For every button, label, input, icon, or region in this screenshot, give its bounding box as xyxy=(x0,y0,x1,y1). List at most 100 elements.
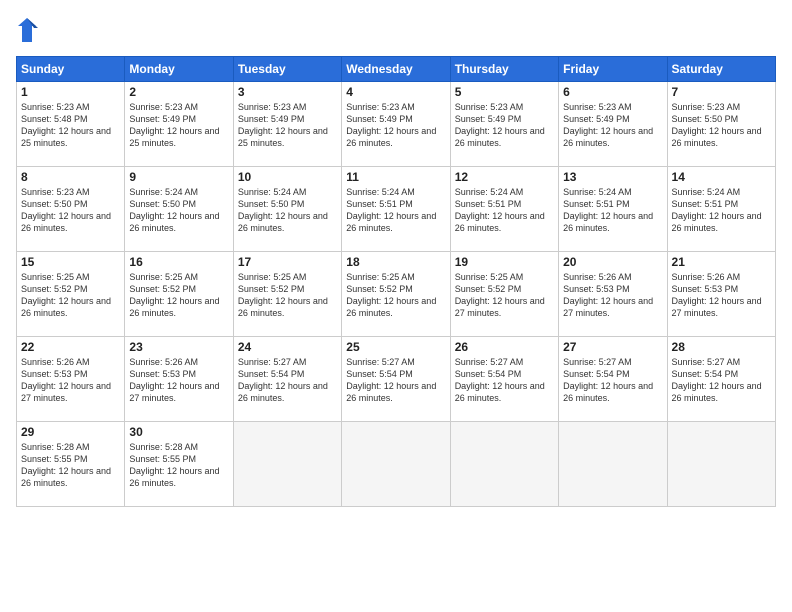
table-row: 22 Sunrise: 5:26 AMSunset: 5:53 PMDayligh… xyxy=(17,337,125,422)
table-row: 2Sunrise: 5:23 AMSunset: 5:49 PMDaylight… xyxy=(125,82,233,167)
calendar: Sunday Monday Tuesday Wednesday Thursday… xyxy=(16,56,776,507)
day-number: 20 xyxy=(563,255,662,269)
table-row: 15 Sunrise: 5:25 AMSunset: 5:52 PMDayligh… xyxy=(17,252,125,337)
table-row: 19Sunrise: 5:25 AMSunset: 5:52 PMDayligh… xyxy=(450,252,558,337)
day-number: 27 xyxy=(563,340,662,354)
table-row: 20 Sunrise: 5:26 AMSunset: 5:53 PMDayligh… xyxy=(559,252,667,337)
table-row: 12 Sunrise: 5:24 AMSunset: 5:51 PMDayligh… xyxy=(450,167,558,252)
col-monday: Monday xyxy=(125,57,233,82)
day-number: 22 xyxy=(21,340,120,354)
day-number: 19 xyxy=(455,255,554,269)
table-row: 14 Sunrise: 5:24 AMSunset: 5:51 PMDayligh… xyxy=(667,167,775,252)
day-info: Sunrise: 5:27 AMSunset: 5:54 PMDaylight:… xyxy=(455,356,554,405)
day-number: 3 xyxy=(238,85,337,99)
day-number: 14 xyxy=(672,170,771,184)
table-row: 23 Sunrise: 5:26 AMSunset: 5:53 PMDayligh… xyxy=(125,337,233,422)
calendar-empty-cell xyxy=(450,422,558,507)
table-row: 7Sunrise: 5:23 AMSunset: 5:50 PMDaylight… xyxy=(667,82,775,167)
table-row: 1Sunrise: 5:23 AMSunset: 5:48 PMDaylight… xyxy=(17,82,125,167)
col-tuesday: Tuesday xyxy=(233,57,341,82)
calendar-week-row: 1Sunrise: 5:23 AMSunset: 5:48 PMDaylight… xyxy=(17,82,776,167)
day-number: 6 xyxy=(563,85,662,99)
day-info: Sunrise: 5:25 AMSunset: 5:52 PMDaylight:… xyxy=(346,271,445,320)
day-number: 15 xyxy=(21,255,120,269)
col-friday: Friday xyxy=(559,57,667,82)
table-row: 6 Sunrise: 5:23 AMSunset: 5:49 PMDaylight… xyxy=(559,82,667,167)
day-info: Sunrise: 5:23 AMSunset: 5:49 PMDaylight:… xyxy=(238,101,337,150)
day-number: 11 xyxy=(346,170,445,184)
day-info: Sunrise: 5:23 AMSunset: 5:48 PMDaylight:… xyxy=(21,101,120,150)
day-info: Sunrise: 5:24 AMSunset: 5:51 PMDaylight:… xyxy=(563,186,662,235)
header xyxy=(16,16,776,44)
day-number: 2 xyxy=(129,85,228,99)
day-info: Sunrise: 5:25 AMSunset: 5:52 PMDaylight:… xyxy=(129,271,228,320)
table-row: 28 Sunrise: 5:27 AMSunset: 5:54 PMDayligh… xyxy=(667,337,775,422)
calendar-week-row: 8 Sunrise: 5:23 AMSunset: 5:50 PMDaylight… xyxy=(17,167,776,252)
table-row: 30 Sunrise: 5:28 AMSunset: 5:55 PMDayligh… xyxy=(125,422,233,507)
day-info: Sunrise: 5:23 AMSunset: 5:50 PMDaylight:… xyxy=(21,186,120,235)
table-row: 27 Sunrise: 5:27 AMSunset: 5:54 PMDayligh… xyxy=(559,337,667,422)
logo xyxy=(16,16,42,44)
day-number: 26 xyxy=(455,340,554,354)
day-info: Sunrise: 5:27 AMSunset: 5:54 PMDaylight:… xyxy=(672,356,771,405)
table-row: 24Sunrise: 5:27 AMSunset: 5:54 PMDayligh… xyxy=(233,337,341,422)
calendar-empty-cell xyxy=(342,422,450,507)
day-number: 10 xyxy=(238,170,337,184)
day-info: Sunrise: 5:23 AMSunset: 5:49 PMDaylight:… xyxy=(455,101,554,150)
day-info: Sunrise: 5:24 AMSunset: 5:51 PMDaylight:… xyxy=(455,186,554,235)
day-info: Sunrise: 5:25 AMSunset: 5:52 PMDaylight:… xyxy=(21,271,120,320)
calendar-empty-cell xyxy=(559,422,667,507)
day-number: 18 xyxy=(346,255,445,269)
calendar-week-row: 22 Sunrise: 5:26 AMSunset: 5:53 PMDayligh… xyxy=(17,337,776,422)
day-number: 25 xyxy=(346,340,445,354)
day-info: Sunrise: 5:24 AMSunset: 5:50 PMDaylight:… xyxy=(129,186,228,235)
day-number: 5 xyxy=(455,85,554,99)
calendar-header-row: Sunday Monday Tuesday Wednesday Thursday… xyxy=(17,57,776,82)
day-number: 9 xyxy=(129,170,228,184)
day-info: Sunrise: 5:24 AMSunset: 5:50 PMDaylight:… xyxy=(238,186,337,235)
day-number: 17 xyxy=(238,255,337,269)
calendar-empty-cell xyxy=(667,422,775,507)
table-row: 4Sunrise: 5:23 AMSunset: 5:49 PMDaylight… xyxy=(342,82,450,167)
day-info: Sunrise: 5:26 AMSunset: 5:53 PMDaylight:… xyxy=(129,356,228,405)
day-number: 23 xyxy=(129,340,228,354)
day-number: 30 xyxy=(129,425,228,439)
table-row: 8 Sunrise: 5:23 AMSunset: 5:50 PMDaylight… xyxy=(17,167,125,252)
table-row: 29 Sunrise: 5:28 AMSunset: 5:55 PMDayligh… xyxy=(17,422,125,507)
day-info: Sunrise: 5:27 AMSunset: 5:54 PMDaylight:… xyxy=(346,356,445,405)
day-info: Sunrise: 5:24 AMSunset: 5:51 PMDaylight:… xyxy=(346,186,445,235)
day-info: Sunrise: 5:23 AMSunset: 5:49 PMDaylight:… xyxy=(563,101,662,150)
day-info: Sunrise: 5:28 AMSunset: 5:55 PMDaylight:… xyxy=(21,441,120,490)
table-row: 5 Sunrise: 5:23 AMSunset: 5:49 PMDaylight… xyxy=(450,82,558,167)
day-info: Sunrise: 5:24 AMSunset: 5:51 PMDaylight:… xyxy=(672,186,771,235)
calendar-week-row: 15 Sunrise: 5:25 AMSunset: 5:52 PMDayligh… xyxy=(17,252,776,337)
logo-icon xyxy=(16,16,38,44)
day-number: 24 xyxy=(238,340,337,354)
table-row: 25 Sunrise: 5:27 AMSunset: 5:54 PMDayligh… xyxy=(342,337,450,422)
col-wednesday: Wednesday xyxy=(342,57,450,82)
day-number: 28 xyxy=(672,340,771,354)
col-thursday: Thursday xyxy=(450,57,558,82)
table-row: 16 Sunrise: 5:25 AMSunset: 5:52 PMDayligh… xyxy=(125,252,233,337)
day-number: 12 xyxy=(455,170,554,184)
day-number: 8 xyxy=(21,170,120,184)
day-info: Sunrise: 5:25 AMSunset: 5:52 PMDaylight:… xyxy=(238,271,337,320)
col-sunday: Sunday xyxy=(17,57,125,82)
day-info: Sunrise: 5:26 AMSunset: 5:53 PMDaylight:… xyxy=(563,271,662,320)
calendar-week-row: 29 Sunrise: 5:28 AMSunset: 5:55 PMDayligh… xyxy=(17,422,776,507)
table-row: 18 Sunrise: 5:25 AMSunset: 5:52 PMDayligh… xyxy=(342,252,450,337)
day-info: Sunrise: 5:28 AMSunset: 5:55 PMDaylight:… xyxy=(129,441,228,490)
day-number: 16 xyxy=(129,255,228,269)
day-info: Sunrise: 5:23 AMSunset: 5:50 PMDaylight:… xyxy=(672,101,771,150)
day-info: Sunrise: 5:26 AMSunset: 5:53 PMDaylight:… xyxy=(21,356,120,405)
table-row: 21 Sunrise: 5:26 AMSunset: 5:53 PMDayligh… xyxy=(667,252,775,337)
table-row: 17 Sunrise: 5:25 AMSunset: 5:52 PMDayligh… xyxy=(233,252,341,337)
day-number: 29 xyxy=(21,425,120,439)
day-number: 4 xyxy=(346,85,445,99)
day-info: Sunrise: 5:26 AMSunset: 5:53 PMDaylight:… xyxy=(672,271,771,320)
table-row: 3 Sunrise: 5:23 AMSunset: 5:49 PMDaylight… xyxy=(233,82,341,167)
day-info: Sunrise: 5:27 AMSunset: 5:54 PMDaylight:… xyxy=(563,356,662,405)
table-row: 13Sunrise: 5:24 AMSunset: 5:51 PMDayligh… xyxy=(559,167,667,252)
table-row: 11 Sunrise: 5:24 AMSunset: 5:51 PMDayligh… xyxy=(342,167,450,252)
day-number: 21 xyxy=(672,255,771,269)
